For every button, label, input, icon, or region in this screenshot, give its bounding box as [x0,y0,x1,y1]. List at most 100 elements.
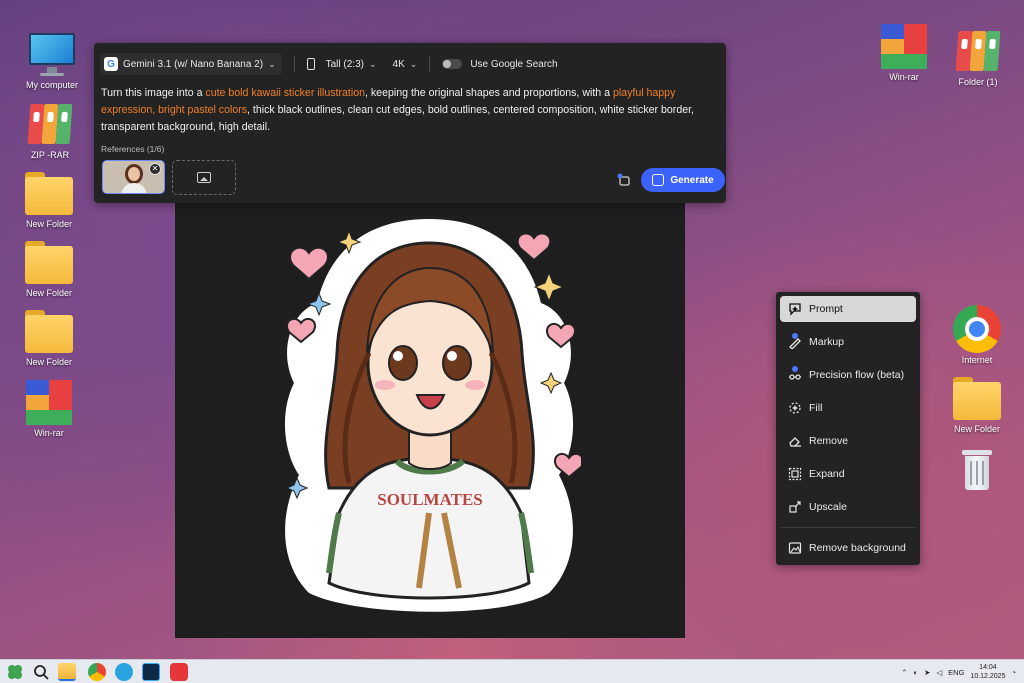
chevron-up-icon[interactable]: ⌃ [901,668,907,677]
tool-label: Upscale [809,501,847,513]
tool-remove-background[interactable]: Remove background [780,535,916,561]
remove-reference-close-icon[interactable]: ✕ [149,163,161,175]
new-indicator-dot [792,366,798,372]
prompt-icon [788,302,802,316]
portrait-ratio-icon [306,58,315,70]
tool-label: Precision flow (beta) [809,369,905,381]
desktop-icon-folder-1[interactable]: Folder (1) [943,27,1013,88]
image-canvas[interactable]: SOULMATES [175,195,685,638]
desktop-icon-internet[interactable]: Internet [942,305,1012,366]
clock[interactable]: 14:04 10.12.2025 [970,663,1005,681]
tool-menu: Prompt Markup Precision flow (beta) Fill… [776,292,920,565]
language-indicator[interactable]: ENG [948,668,964,677]
desktop-icon-new-folder-1[interactable]: New Folder [14,169,84,230]
prompt-panel: G Gemini 3.1 (w/ Nano Banana 2) ⌄ Tall (… [94,43,726,203]
divider [429,56,431,72]
start-clover-icon[interactable] [6,663,24,681]
folder-icon [24,307,74,355]
add-reference-button[interactable] [172,160,236,195]
desktop-icon-label: Win-rar [889,72,919,82]
binder-icon [953,27,1003,75]
desktop-icon-label: ZIP -RAR [30,150,70,160]
binder-icon [25,100,75,148]
chrome-taskbar-icon[interactable] [88,663,106,681]
tool-precision-flow[interactable]: Precision flow (beta) [780,362,916,388]
tool-label: Expand [809,468,845,480]
desktop-icon-zip-rar[interactable]: ZIP -RAR [15,100,85,161]
desktop-icon-label: New Folder [25,219,72,229]
fill-icon [788,401,802,415]
sticker-illustration: SOULMATES [284,219,581,612]
trash-icon [952,446,1002,494]
prompt-highlight: cute bold kawaii sticker illustration [205,87,365,99]
prompt-toolbar: G Gemini 3.1 (w/ Nano Banana 2) ⌄ Tall (… [100,52,558,76]
google-search-toggle[interactable]: Use Google Search [442,58,558,70]
prompt-text: Turn this image into a [101,87,206,99]
desktop-icon-recycle-bin[interactable] [942,446,1012,496]
tool-label: Markup [809,336,845,348]
file-explorer-icon[interactable] [58,663,76,681]
toggle-switch[interactable] [442,59,463,69]
acrobat-icon[interactable] [170,663,188,681]
model-select[interactable]: G Gemini 3.1 (w/ Nano Banana 2) ⌄ [100,53,282,75]
shirt-text: SOULMATES [377,490,483,509]
telegram-icon[interactable] [115,663,133,681]
taskbar: ⌃ ◐ ➤ ◁ ENG 14:04 10.12.2025 ◔ [0,659,1024,683]
clock-time: 14:04 [979,664,997,671]
markup-icon [788,333,802,349]
desktop-icon-new-folder-2[interactable]: New Folder [14,238,84,299]
remove-icon [788,434,802,448]
notification-bell-icon[interactable]: ◔ [1011,668,1016,677]
volume-icon[interactable]: ◁ [936,668,942,677]
tool-upscale[interactable]: Upscale [780,494,916,520]
tool-remove[interactable]: Remove [780,428,916,454]
generate-icon [652,174,665,186]
new-indicator-dot [792,333,798,339]
desktop-icon-my-computer[interactable]: My computer [17,30,87,91]
tool-label: Remove [809,435,849,447]
tool-expand[interactable]: Expand [780,461,916,487]
desktop-icon-win-rar-right[interactable]: Win-rar [869,22,939,83]
references-label: References (1/6) [101,144,165,154]
aspect-ratio-select[interactable]: Tall (2:3) ⌄ [306,58,377,70]
winrar-icon [24,378,74,426]
resolution-select[interactable]: 4K ⌄ [393,59,418,70]
desktop-icon-label: New Folder [25,357,72,367]
tool-prompt[interactable]: Prompt [780,296,916,322]
tool-label: Prompt [809,303,843,315]
style-settings-icon[interactable] [616,172,630,186]
desktop-icon-new-folder-right[interactable]: New Folder [942,374,1012,435]
tool-markup[interactable]: Markup [780,329,916,355]
desktop-icon-label: Win-rar [34,428,64,438]
divider [293,56,295,72]
model-select-label: Gemini 3.1 (w/ Nano Banana 2) [123,58,264,70]
telegram-tray-icon[interactable]: ➤ [924,668,930,677]
tool-label: Fill [809,402,823,414]
prompt-textarea[interactable]: Turn this image into a cute bold kawaii … [101,85,723,136]
clock-date: 10.12.2025 [970,673,1006,680]
chevron-down-icon: ⌄ [268,58,276,69]
desktop-icon-new-folder-3[interactable]: New Folder [14,307,84,368]
google-icon: G [104,57,118,71]
resolution-label: 4K [392,58,405,70]
folder-icon [24,169,74,217]
network-icon[interactable]: ◐ [914,668,919,677]
precision-flow-icon [788,366,802,382]
desktop-icon-label: My computer [25,80,78,90]
chevron-down-icon: ⌄ [368,58,377,69]
desktop-icon-win-rar-left[interactable]: Win-rar [14,378,84,439]
generate-label: Generate [670,174,714,186]
desktop-icon-label: New Folder [953,424,1000,434]
google-search-label: Use Google Search [470,58,558,70]
menu-divider [780,527,916,528]
winrar-icon [879,22,929,70]
generate-button[interactable]: Generate [641,168,725,192]
aspect-ratio-label: Tall (2:3) [325,58,364,70]
prompt-text: , keeping the original shapes and propor… [365,87,613,99]
system-tray: ⌃ ◐ ➤ ◁ ENG 14:04 10.12.2025 ◔ [901,662,1016,682]
tool-fill[interactable]: Fill [780,395,916,421]
expand-icon [788,467,802,481]
search-icon[interactable] [32,663,50,681]
photoshop-icon[interactable] [142,663,160,681]
remove-background-icon [788,541,802,555]
